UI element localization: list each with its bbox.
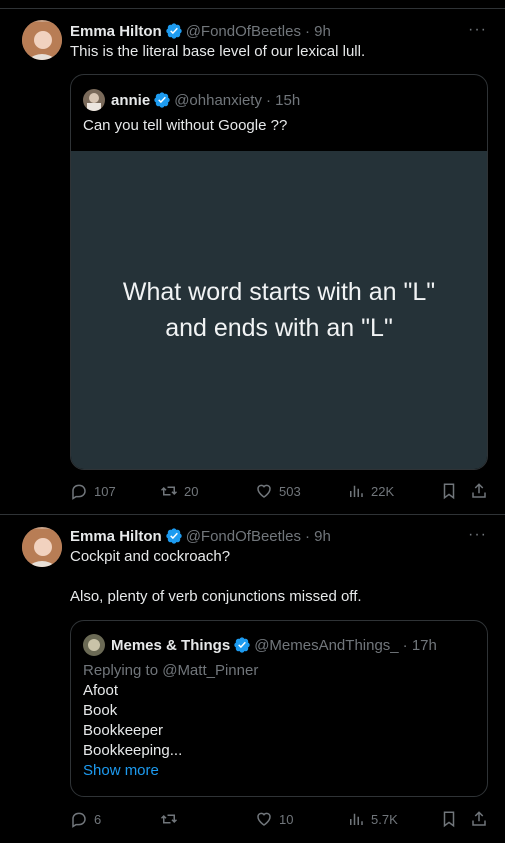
like-icon	[257, 484, 271, 498]
avatar[interactable]	[22, 527, 62, 567]
tweet-header: Emma Hilton @FondOfBeetles · 9h	[70, 526, 331, 546]
like-icon	[257, 812, 271, 826]
reply-count: 107	[94, 483, 116, 499]
bookmark-button[interactable]	[440, 482, 464, 500]
reply-button[interactable]: 6	[70, 810, 101, 828]
tweet-text: Cockpit and cockroach? Also, plenty of v…	[70, 548, 362, 605]
tweet-time[interactable]: · 9h	[305, 528, 331, 545]
tweet-header: Emma Hilton @FondOfBeetles · 9h	[70, 21, 331, 41]
repost-button[interactable]	[160, 810, 184, 828]
share-button[interactable]	[470, 810, 494, 828]
repost-icon	[160, 814, 178, 824]
show-more-link[interactable]: Show more	[83, 761, 159, 781]
bookmark-button[interactable]	[440, 810, 464, 828]
author-name[interactable]: Emma Hilton	[70, 23, 162, 40]
quoted-tweet[interactable]: Memes & Things @MemesAndThings_ · 17h Re…	[70, 620, 488, 797]
verified-badge-icon	[153, 91, 171, 109]
like-count: 10	[279, 811, 294, 827]
quote-line-2: Book	[83, 702, 118, 719]
tweet-divider	[0, 514, 505, 515]
like-button[interactable]: 10	[255, 810, 293, 828]
replying-to: Replying to @Matt_Pinner	[83, 662, 259, 679]
reply-icon	[72, 812, 86, 828]
more-icon[interactable]: ···	[468, 21, 487, 39]
quote-author-handle: @ohhanxiety	[174, 91, 262, 109]
reply-count: 6	[94, 811, 102, 827]
tweet-text: This is the literal base level of our le…	[70, 43, 366, 60]
quote-text: Can you tell without Google ??	[83, 117, 288, 134]
share-button[interactable]	[470, 482, 494, 500]
more-icon[interactable]: ···	[468, 526, 487, 544]
bookmark-icon	[443, 483, 455, 500]
tweet-time[interactable]: · 9h	[305, 23, 331, 40]
quote-line-4: Bookkeeping...	[83, 742, 183, 759]
repost-count: 20	[184, 483, 199, 499]
views-button[interactable]: 22K	[347, 482, 394, 500]
media-caption: What word starts with an "L" and ends wi…	[122, 278, 436, 342]
reply-icon	[72, 484, 86, 500]
views-count: 5.7K	[371, 811, 398, 827]
tweet-actions: 107 20 503 22K	[70, 482, 490, 502]
verified-badge-icon	[165, 22, 183, 40]
views-count: 22K	[371, 483, 395, 499]
verified-badge-icon	[165, 527, 183, 545]
views-icon	[350, 813, 363, 825]
repost-icon	[160, 486, 178, 496]
views-icon	[350, 485, 363, 497]
quote-header: Memes & Things @MemesAndThings_ · 17h	[83, 634, 437, 656]
verified-badge-icon	[233, 636, 251, 654]
quote-avatar	[83, 634, 105, 656]
bookmark-icon	[443, 811, 455, 828]
quote-author-handle: @MemesAndThings_	[254, 636, 399, 654]
repost-button[interactable]: 20	[160, 482, 198, 500]
views-button[interactable]: 5.7K	[347, 810, 398, 828]
quote-line-1: Afoot	[83, 682, 119, 699]
quote-line-3: Bookkeeper	[83, 722, 164, 739]
quote-author-name: annie	[111, 91, 151, 109]
quote-time: · 17h	[402, 636, 437, 654]
avatar[interactable]	[22, 20, 62, 60]
like-count: 503	[279, 483, 301, 499]
author-handle[interactable]: @FondOfBeetles	[186, 23, 301, 40]
quoted-tweet[interactable]: annie @ohhanxiety · 15h Can you tell wit…	[70, 74, 488, 470]
quote-author-name: Memes & Things	[111, 636, 231, 654]
quote-header: annie @ohhanxiety · 15h	[83, 89, 300, 111]
like-button[interactable]: 503	[255, 482, 301, 500]
reply-button[interactable]: 107	[70, 482, 116, 500]
quote-avatar	[83, 89, 105, 111]
quote-time: · 15h	[265, 91, 301, 109]
author-handle[interactable]: @FondOfBeetles	[186, 528, 301, 545]
quote-media-image[interactable]: What word starts with an "L" and ends wi…	[71, 151, 487, 469]
share-icon	[472, 483, 486, 498]
tweet-actions: 6 10 5.7K	[70, 810, 490, 830]
share-icon	[472, 811, 486, 826]
top-divider	[0, 8, 505, 9]
author-name[interactable]: Emma Hilton	[70, 528, 162, 545]
